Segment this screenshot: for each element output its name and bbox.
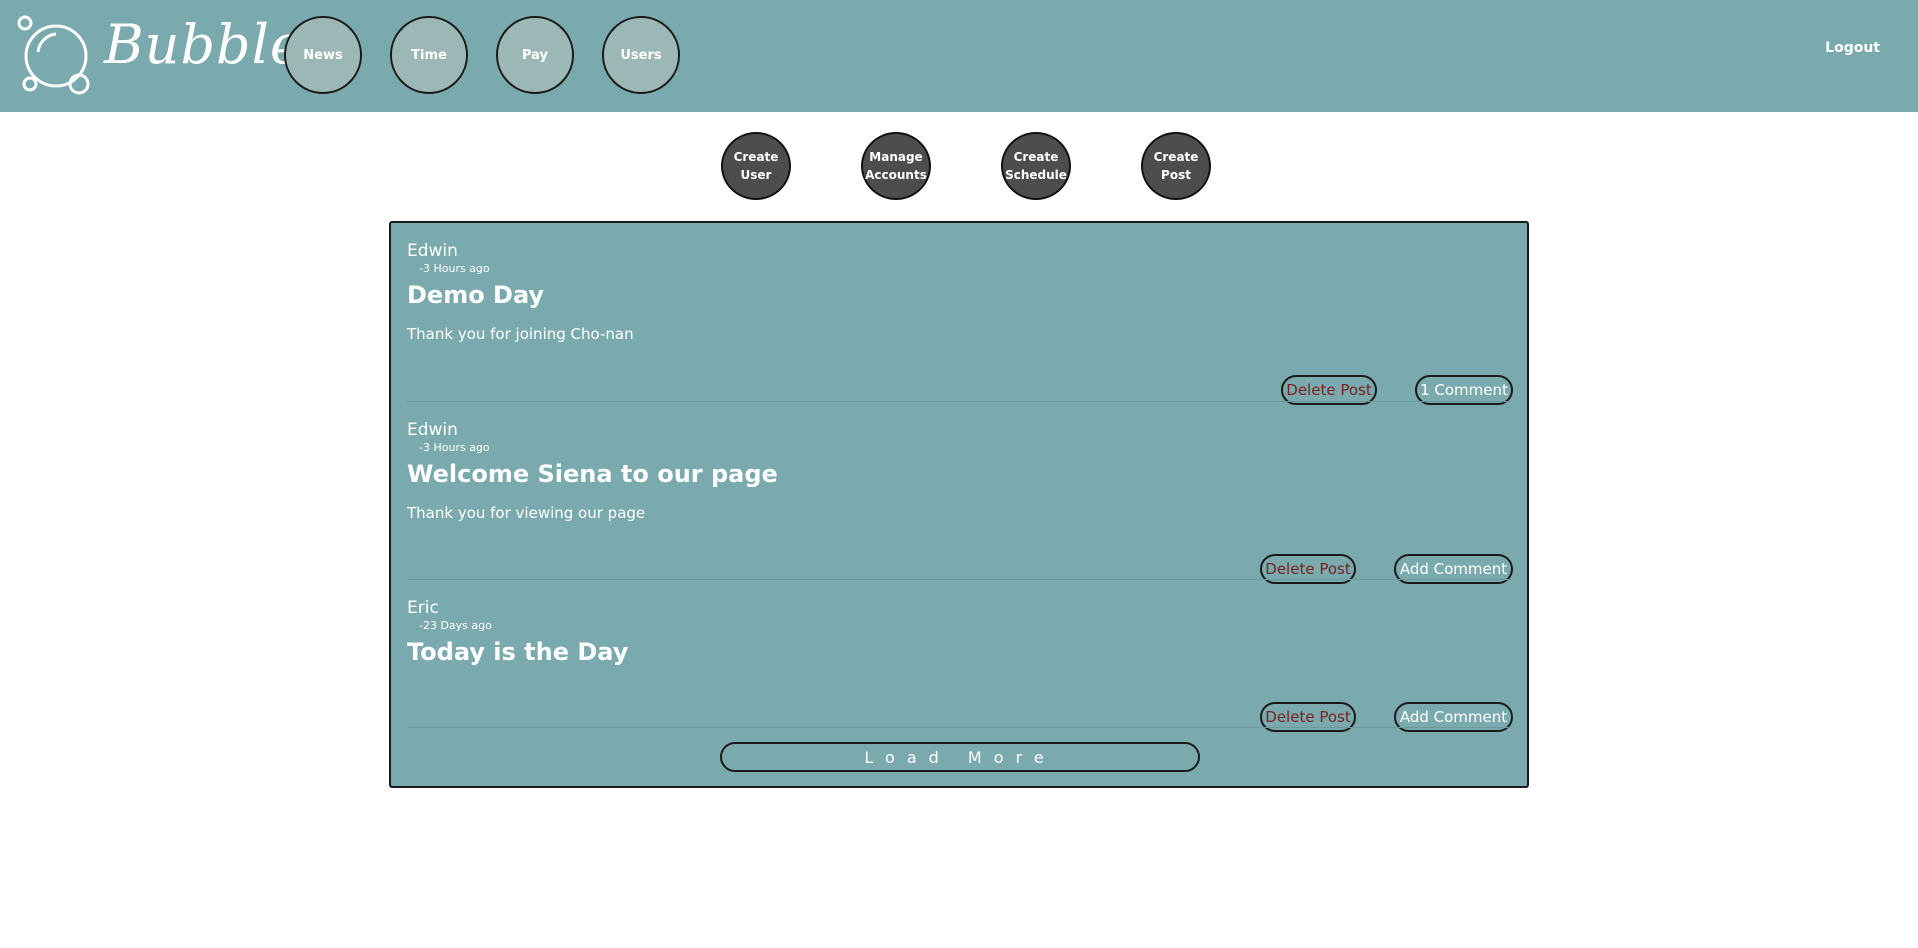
post-author: Edwin <box>407 241 458 261</box>
top-navigation-bar: Bubbles News Time Pay Users Logout <box>0 0 1918 112</box>
create-post-button[interactable]: Create Post <box>1141 132 1211 200</box>
app-logo[interactable]: Bubbles <box>16 14 331 98</box>
post-title: Welcome Siena to our page <box>407 460 778 488</box>
post-divider <box>407 579 1511 580</box>
post-author: Eric <box>407 598 439 618</box>
logout-link[interactable]: Logout <box>1825 40 1880 56</box>
nav-users-button[interactable]: Users <box>602 16 680 94</box>
post-author: Edwin <box>407 420 458 440</box>
nav-pay-button[interactable]: Pay <box>496 16 574 94</box>
nav-time-button[interactable]: Time <box>390 16 468 94</box>
manage-accounts-button[interactable]: Manage Accounts <box>861 132 931 200</box>
news-feed: Edwin -3 Hours ago Demo Day Thank you fo… <box>389 221 1529 788</box>
post-item: Eric -23 Days ago Today is the Day Delet… <box>407 598 1513 732</box>
post-timestamp: -23 Days ago <box>419 619 492 632</box>
post-body: Thank you for viewing our page <box>407 504 646 522</box>
post-divider <box>407 727 1511 728</box>
create-schedule-button[interactable]: Create Schedule <box>1001 132 1071 200</box>
post-divider <box>407 401 1511 402</box>
nav-news-button[interactable]: News <box>284 16 362 94</box>
load-more-button[interactable]: Load More <box>720 742 1200 772</box>
post-timestamp: -3 Hours ago <box>419 262 490 275</box>
post-body: Thank you for joining Cho-nan <box>407 325 634 343</box>
post-item: Edwin -3 Hours ago Welcome Siena to our … <box>407 420 1513 584</box>
post-item: Edwin -3 Hours ago Demo Day Thank you fo… <box>407 241 1513 405</box>
bubbles-logo-icon <box>17 15 90 95</box>
post-title: Demo Day <box>407 281 545 309</box>
post-title: Today is the Day <box>407 638 629 666</box>
post-timestamp: -3 Hours ago <box>419 441 490 454</box>
create-user-button[interactable]: Create User <box>721 132 791 200</box>
